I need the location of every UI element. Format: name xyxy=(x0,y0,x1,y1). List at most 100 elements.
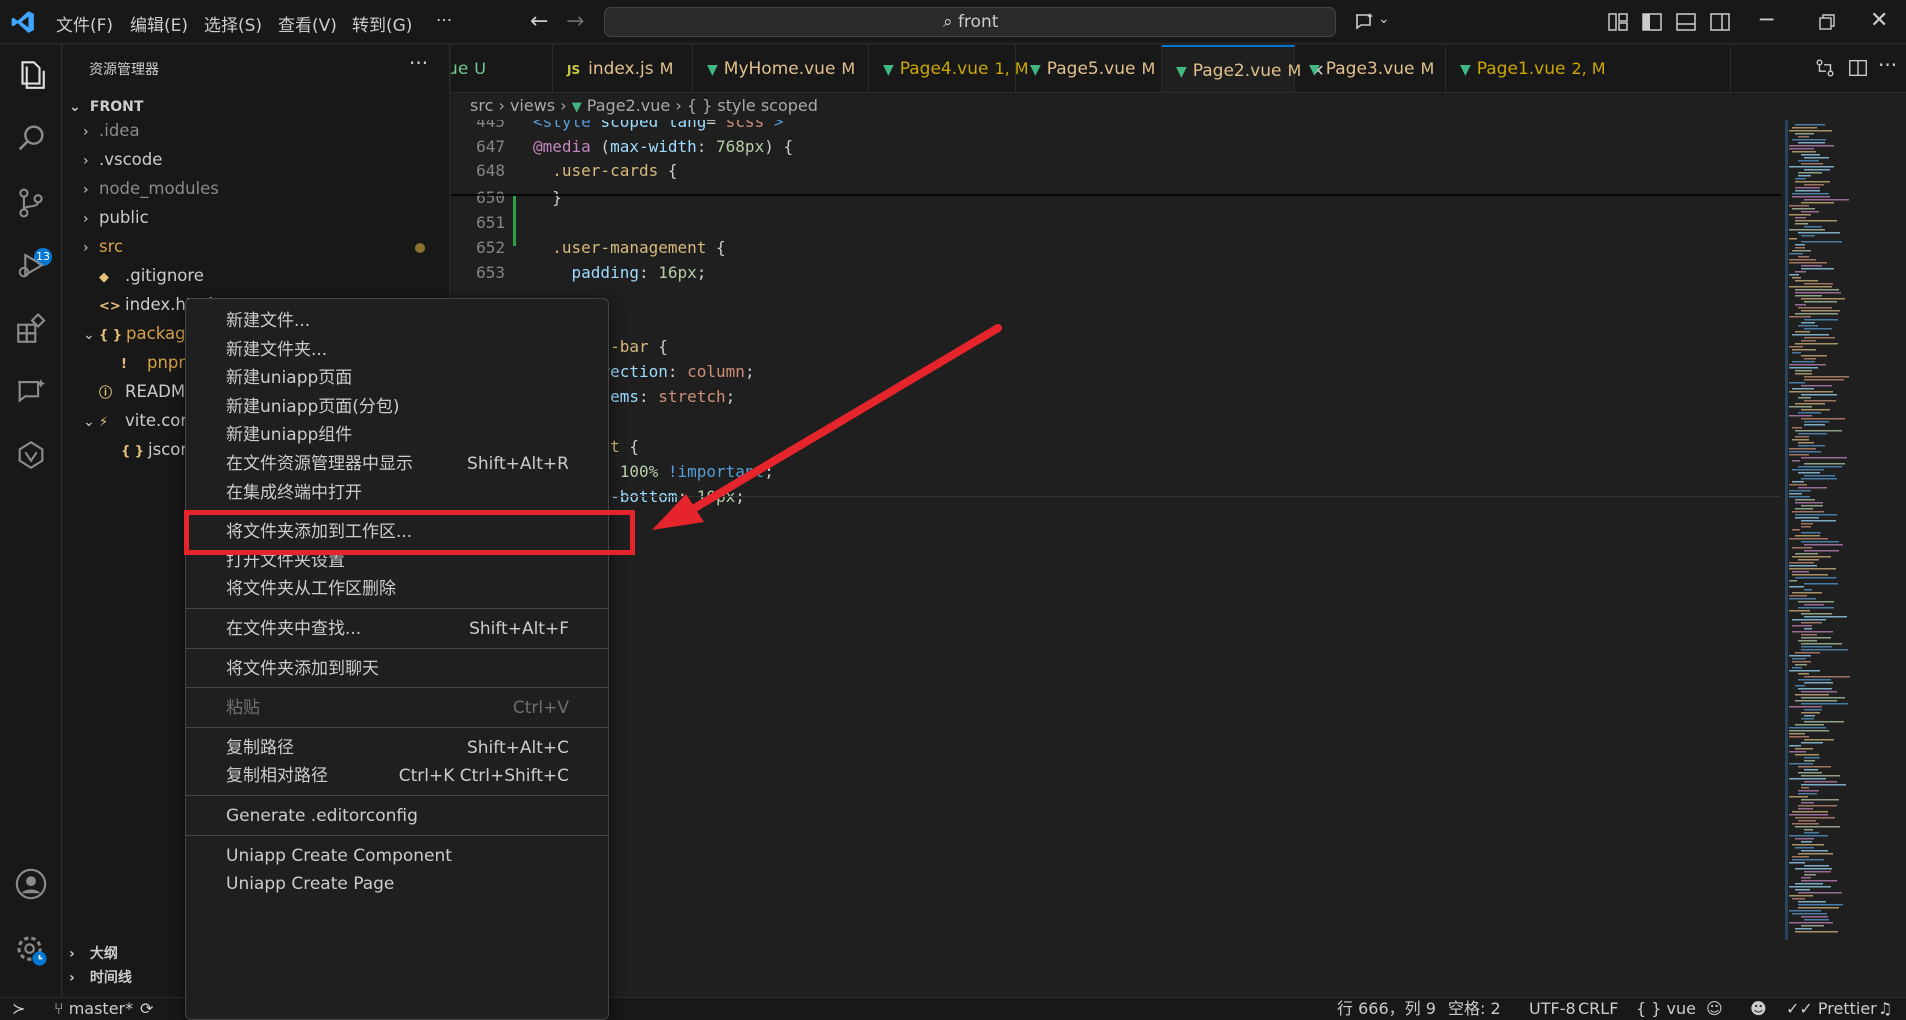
menu-item-shortcut: Ctrl+V xyxy=(512,698,569,719)
context-menu-item[interactable]: 新建uniapp组件 xyxy=(186,421,608,449)
notifications-bell-icon[interactable]: ♫ xyxy=(1878,998,1892,1020)
minimap-line xyxy=(1792,859,1824,861)
more-actions-icon[interactable]: ··· xyxy=(409,51,428,75)
settings-gear-icon[interactable] xyxy=(14,933,48,967)
minimap-line xyxy=(1801,784,1846,786)
menu-item-4[interactable]: 查看(V) xyxy=(278,11,337,36)
tab-7[interactable]: ▼ Page3.vue M xyxy=(1295,45,1446,92)
minimap-line xyxy=(1795,292,1841,294)
copilot-chat-icon[interactable] xyxy=(1352,10,1376,34)
context-menu-item[interactable]: 新建uniapp页面(分包) xyxy=(186,393,608,421)
tree-item[interactable]: › src xyxy=(63,235,449,259)
toggle-secondary-sidebar-icon[interactable] xyxy=(1708,10,1732,34)
source-control-icon[interactable] xyxy=(14,186,48,220)
context-menu-item[interactable]: 新建uniapp页面 xyxy=(186,364,608,392)
code-line: > xyxy=(451,582,1781,607)
minimap-line xyxy=(1789,922,1833,924)
tab-status: M xyxy=(1141,59,1156,78)
end-of-line[interactable]: CRLF xyxy=(1578,998,1618,1020)
context-menu-item[interactable]: 在文件资源管理器中显示 Shift+Alt+R xyxy=(186,450,608,478)
context-menu-item[interactable]: 复制相对路径 Ctrl+K Ctrl+Shift+C xyxy=(186,762,608,790)
context-menu-item[interactable]: Generate .editorconfig xyxy=(186,802,608,830)
code-editor[interactable]: 445 <style scoped lang="scss"> 647 @media (… xyxy=(451,120,1906,997)
tree-item[interactable]: › .idea xyxy=(63,119,449,143)
back-arrow-icon[interactable]: ← xyxy=(530,9,548,34)
minimap-line xyxy=(1789,727,1826,729)
workspace-root[interactable]: ⌄ FRONT xyxy=(63,95,449,119)
context-menu-item[interactable]: 将文件夹添加到聊天 xyxy=(186,655,608,683)
command-center-search[interactable]: ⌕ front xyxy=(604,7,1336,37)
compare-changes-icon[interactable] xyxy=(1814,57,1836,79)
chevron-down-icon[interactable]: ⌄ xyxy=(1378,11,1390,27)
minimap-line xyxy=(1789,451,1821,453)
sync-icon[interactable]: ⟳ xyxy=(140,998,153,1020)
tab-4[interactable]: ▼ Page4.vue 1, M xyxy=(869,45,1029,92)
split-editor-icon[interactable] xyxy=(1847,57,1869,79)
forward-arrow-icon[interactable]: → xyxy=(566,9,584,34)
menu-more-icon[interactable]: ··· xyxy=(436,11,452,31)
remote-icon[interactable]: ≻ xyxy=(12,998,25,1020)
encoding[interactable]: UTF-8 xyxy=(1529,998,1576,1020)
chat-icon[interactable] xyxy=(14,375,48,409)
minimap-line xyxy=(1789,316,1811,318)
language-mode[interactable]: { } vue xyxy=(1636,998,1696,1020)
editor-scrollbar[interactable] xyxy=(1893,120,1906,997)
context-menu-item[interactable]: 在文件夹中查找... Shift+Alt+F xyxy=(186,615,608,643)
minimap[interactable] xyxy=(1785,120,1895,940)
tab-2[interactable]: JS index.js M xyxy=(553,45,693,92)
menu-item-3[interactable]: 选择(S) xyxy=(204,11,262,36)
indentation[interactable]: 空格: 2 xyxy=(1448,998,1501,1020)
tree-item[interactable]: › node_modules xyxy=(63,177,449,201)
context-menu-item[interactable]: 复制路径 Shift+Alt+C xyxy=(186,734,608,762)
tab-1[interactable]: vue U xyxy=(451,45,553,92)
minimap-line xyxy=(1792,529,1800,531)
menu-item-5[interactable]: 转到(G) xyxy=(352,11,412,36)
minimap-line xyxy=(1789,454,1809,456)
run-debug-icon[interactable] xyxy=(14,248,48,282)
context-menu-item[interactable]: 在集成终端中打开 xyxy=(186,479,608,507)
restore-window-icon[interactable] xyxy=(1815,10,1839,34)
context-menu-item[interactable]: 新建文件... xyxy=(186,307,608,335)
toggle-primary-sidebar-icon[interactable] xyxy=(1640,10,1664,34)
context-menu-item[interactable]: 将文件夹从工作区删除 xyxy=(186,575,608,603)
branch-status[interactable]: ⑂ master* xyxy=(54,998,133,1020)
context-menu-item[interactable]: Uniapp Create Page xyxy=(186,870,608,898)
more-actions-icon[interactable]: ··· xyxy=(1878,53,1897,77)
search-icon[interactable] xyxy=(14,121,48,155)
minimap-line xyxy=(1798,472,1820,474)
explorer-icon[interactable] xyxy=(14,58,48,92)
cursor-position[interactable]: 行 666，列 9 xyxy=(1337,998,1436,1020)
minimap-line xyxy=(1795,373,1812,375)
toggle-panel-icon[interactable] xyxy=(1674,10,1698,34)
uniapp-extension-icon[interactable] xyxy=(14,438,48,472)
extensions-icon[interactable] xyxy=(14,312,48,346)
close-window-icon[interactable]: ✕ xyxy=(1870,8,1888,33)
tab-3[interactable]: ▼ MyHome.vue M xyxy=(693,45,869,92)
tree-item[interactable]: › .vscode xyxy=(63,148,449,172)
minimap-line xyxy=(1795,685,1805,687)
chevron-right-icon: › xyxy=(83,124,89,140)
minimap-line xyxy=(1801,523,1813,525)
menu-item-1[interactable]: 文件(F) xyxy=(56,11,113,36)
context-menu-item[interactable]: 新建文件夹... xyxy=(186,336,608,364)
account-icon[interactable] xyxy=(14,867,48,901)
breadcrumb-views[interactable]: views xyxy=(510,96,555,115)
prettier-status[interactable]: ✓✓ Prettier xyxy=(1786,998,1877,1020)
context-menu-item[interactable]: Uniapp Create Component xyxy=(186,842,608,870)
tree-item[interactable]: › public xyxy=(63,206,449,230)
minimize-icon[interactable]: ─ xyxy=(1760,8,1773,33)
minimap-line xyxy=(1798,805,1837,807)
copilot-icon[interactable]: ☺ xyxy=(1706,998,1723,1020)
tab-8[interactable]: ▼ Page1.vue 2, M xyxy=(1446,45,1731,92)
menu-item-2[interactable]: 编辑(E) xyxy=(130,11,188,36)
breadcrumb-src[interactable]: src xyxy=(470,96,493,115)
tree-item[interactable]: ◆ .gitignore xyxy=(63,264,449,288)
breadcrumb-symbol[interactable]: { } style scoped xyxy=(687,96,818,115)
minimap-line xyxy=(1804,919,1829,921)
tab-5[interactable]: ▼ Page5.vue M xyxy=(1016,45,1162,92)
menu-item-label: 将文件夹从工作区删除 xyxy=(226,579,396,600)
tab-6[interactable]: ▼ Page2.vue M ✕ xyxy=(1162,45,1325,92)
breadcrumb-file[interactable]: Page2.vue xyxy=(587,96,670,115)
copilot-status-icon[interactable]: ☻ xyxy=(1750,998,1767,1020)
customize-layout-icon[interactable] xyxy=(1606,10,1630,34)
